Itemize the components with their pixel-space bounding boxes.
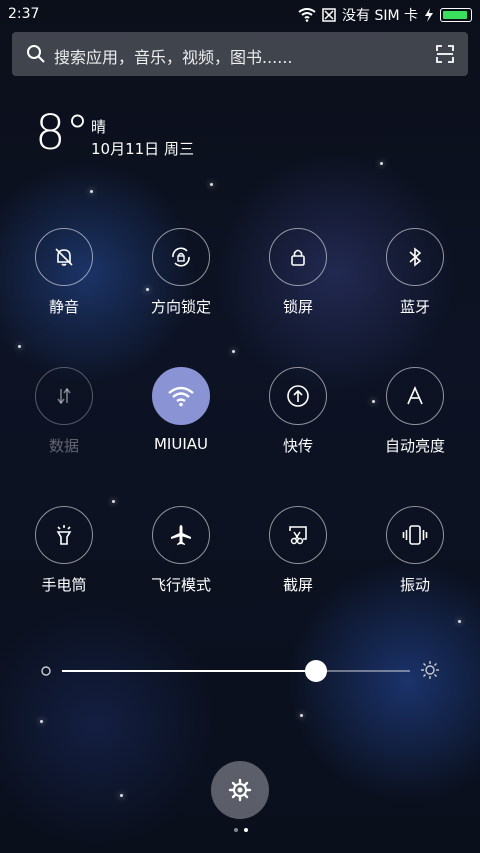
toggle-screenshot[interactable]: 截屏: [243, 506, 353, 595]
brightness-low-icon: [41, 666, 51, 676]
toggle-wifi[interactable]: MIUIAU: [126, 367, 236, 453]
temperature: 8°: [35, 105, 90, 161]
toggle-circle[interactable]: [386, 506, 444, 564]
bell-off-icon: [55, 248, 73, 266]
page-indicator: [234, 828, 248, 832]
carrier-text: 没有 SIM 卡: [342, 8, 418, 24]
upload-icon: [287, 385, 309, 407]
brightness-high-icon: [421, 661, 439, 679]
toggle-circle[interactable]: [386, 228, 444, 286]
page-dot-active: [244, 828, 248, 832]
weather-widget[interactable]: 8° 晴 10月11日 周三: [35, 105, 194, 161]
toggle-circle[interactable]: [269, 228, 327, 286]
flashlight-icon: [56, 525, 72, 545]
toggle-lock-screen[interactable]: 锁屏: [243, 228, 353, 317]
wifi-status-icon: [298, 8, 316, 22]
status-time: 2:37: [8, 6, 40, 22]
toggle-label: 数据: [48, 437, 79, 455]
weather-condition: 晴: [91, 118, 107, 136]
date-text: 10月11日 周三: [91, 140, 194, 158]
toggle-label: 手电筒: [41, 576, 87, 594]
toggle-label: 截屏: [282, 576, 313, 594]
toggle-quick-send[interactable]: 快传: [243, 367, 353, 456]
brightness-fill: [62, 670, 317, 672]
toggle-label: 锁屏: [282, 298, 313, 316]
toggle-label: 飞行模式: [150, 576, 211, 594]
brightness-knob[interactable]: [305, 660, 328, 682]
toggle-circle[interactable]: [35, 228, 93, 286]
battery-icon: [440, 8, 472, 22]
auto-brightness-icon: [407, 386, 423, 405]
toggle-circle[interactable]: [35, 506, 93, 564]
toggle-bluetooth[interactable]: 蓝牙: [360, 228, 470, 317]
brightness-slider[interactable]: [40, 660, 440, 682]
data-arrows-icon: [57, 387, 71, 405]
toggle-auto-brightness[interactable]: 自动亮度: [360, 367, 470, 456]
airplane-icon: [171, 525, 191, 545]
search-icon: [27, 45, 45, 63]
toggle-label: 快传: [282, 437, 313, 455]
screenshot-scissors-icon: [289, 526, 307, 545]
gear-icon: [228, 778, 252, 802]
vibrate-icon: [402, 525, 428, 545]
search-placeholder: 搜索应用，音乐，视频，图书......: [54, 48, 293, 67]
toggle-label: 蓝牙: [399, 298, 430, 316]
page-dot: [234, 828, 238, 832]
toggle-vibrate[interactable]: 振动: [360, 506, 470, 595]
toggle-circle[interactable]: [35, 367, 93, 425]
rotation-lock-icon: [172, 247, 190, 267]
toggle-circle[interactable]: [152, 506, 210, 564]
wifi-icon: [168, 386, 194, 407]
toggle-rotation-lock[interactable]: 方向锁定: [126, 228, 236, 317]
toggle-circle[interactable]: [269, 506, 327, 564]
toggle-flashlight[interactable]: 手电筒: [9, 506, 119, 595]
toggle-label: MIUIAU: [153, 435, 208, 453]
no-sim-icon: [322, 8, 336, 22]
toggle-label: 方向锁定: [150, 298, 211, 316]
scan-icon[interactable]: [436, 45, 454, 63]
settings-button[interactable]: [211, 761, 269, 819]
toggle-circle[interactable]: [152, 367, 210, 425]
status-bar: 2:37 没有 SIM 卡: [0, 0, 480, 28]
bluetooth-icon: [409, 247, 422, 267]
charging-icon: [425, 8, 433, 22]
toggle-circle[interactable]: [386, 367, 444, 425]
toggle-label: 自动亮度: [384, 437, 445, 455]
search-bar[interactable]: 搜索应用，音乐，视频，图书......: [12, 32, 468, 76]
toggle-circle[interactable]: [269, 367, 327, 425]
toggle-label: 振动: [399, 576, 430, 594]
toggle-data[interactable]: 数据: [9, 367, 119, 456]
toggle-airplane[interactable]: 飞行模式: [126, 506, 236, 595]
toggle-label: 静音: [48, 298, 79, 316]
lock-icon: [291, 249, 305, 266]
toggle-circle[interactable]: [152, 228, 210, 286]
toggle-mute[interactable]: 静音: [9, 228, 119, 317]
